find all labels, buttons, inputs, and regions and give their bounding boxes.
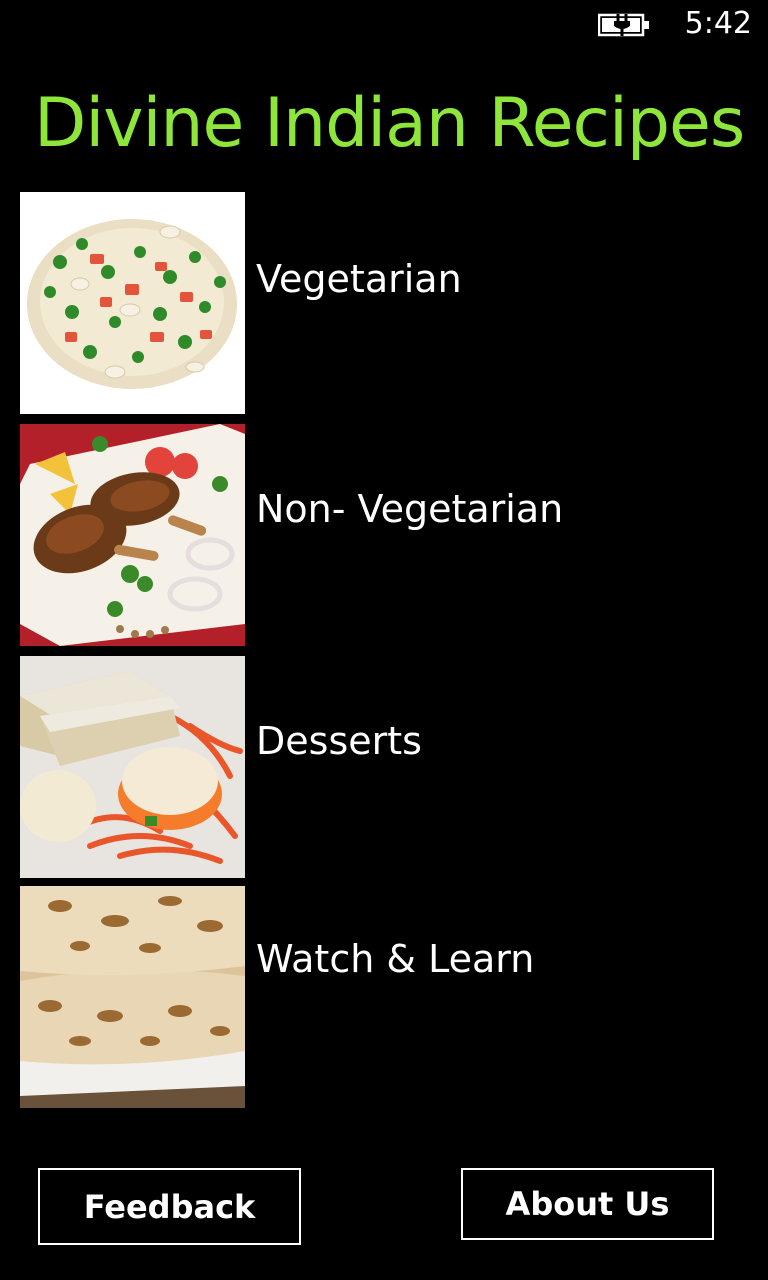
category-item-non-vegetarian[interactable]: Non- Vegetarian bbox=[20, 424, 720, 646]
status-bar: 5:42 bbox=[0, 0, 768, 50]
category-item-watch-learn[interactable]: Watch & Learn bbox=[20, 886, 720, 1108]
category-label-non-vegetarian[interactable]: Non- Vegetarian bbox=[256, 486, 563, 532]
category-label-watch-learn[interactable]: Watch & Learn bbox=[256, 936, 534, 982]
category-label-vegetarian[interactable]: Vegetarian bbox=[256, 256, 462, 302]
page-title: Divine Indian Recipes bbox=[34, 84, 745, 163]
desserts-thumbnail[interactable] bbox=[20, 656, 245, 878]
category-label-desserts[interactable]: Desserts bbox=[256, 718, 422, 764]
about-us-button[interactable]: About Us bbox=[461, 1168, 714, 1240]
non-vegetarian-thumbnail[interactable] bbox=[20, 424, 245, 646]
category-item-desserts[interactable]: Desserts bbox=[20, 656, 720, 878]
watch-learn-thumbnail[interactable] bbox=[20, 886, 245, 1108]
status-time: 5:42 bbox=[684, 6, 752, 41]
feedback-button[interactable]: Feedback bbox=[38, 1168, 301, 1245]
battery-charging-icon bbox=[598, 13, 649, 37]
category-item-vegetarian[interactable]: Vegetarian bbox=[20, 192, 720, 414]
vegetarian-thumbnail[interactable] bbox=[20, 192, 245, 414]
